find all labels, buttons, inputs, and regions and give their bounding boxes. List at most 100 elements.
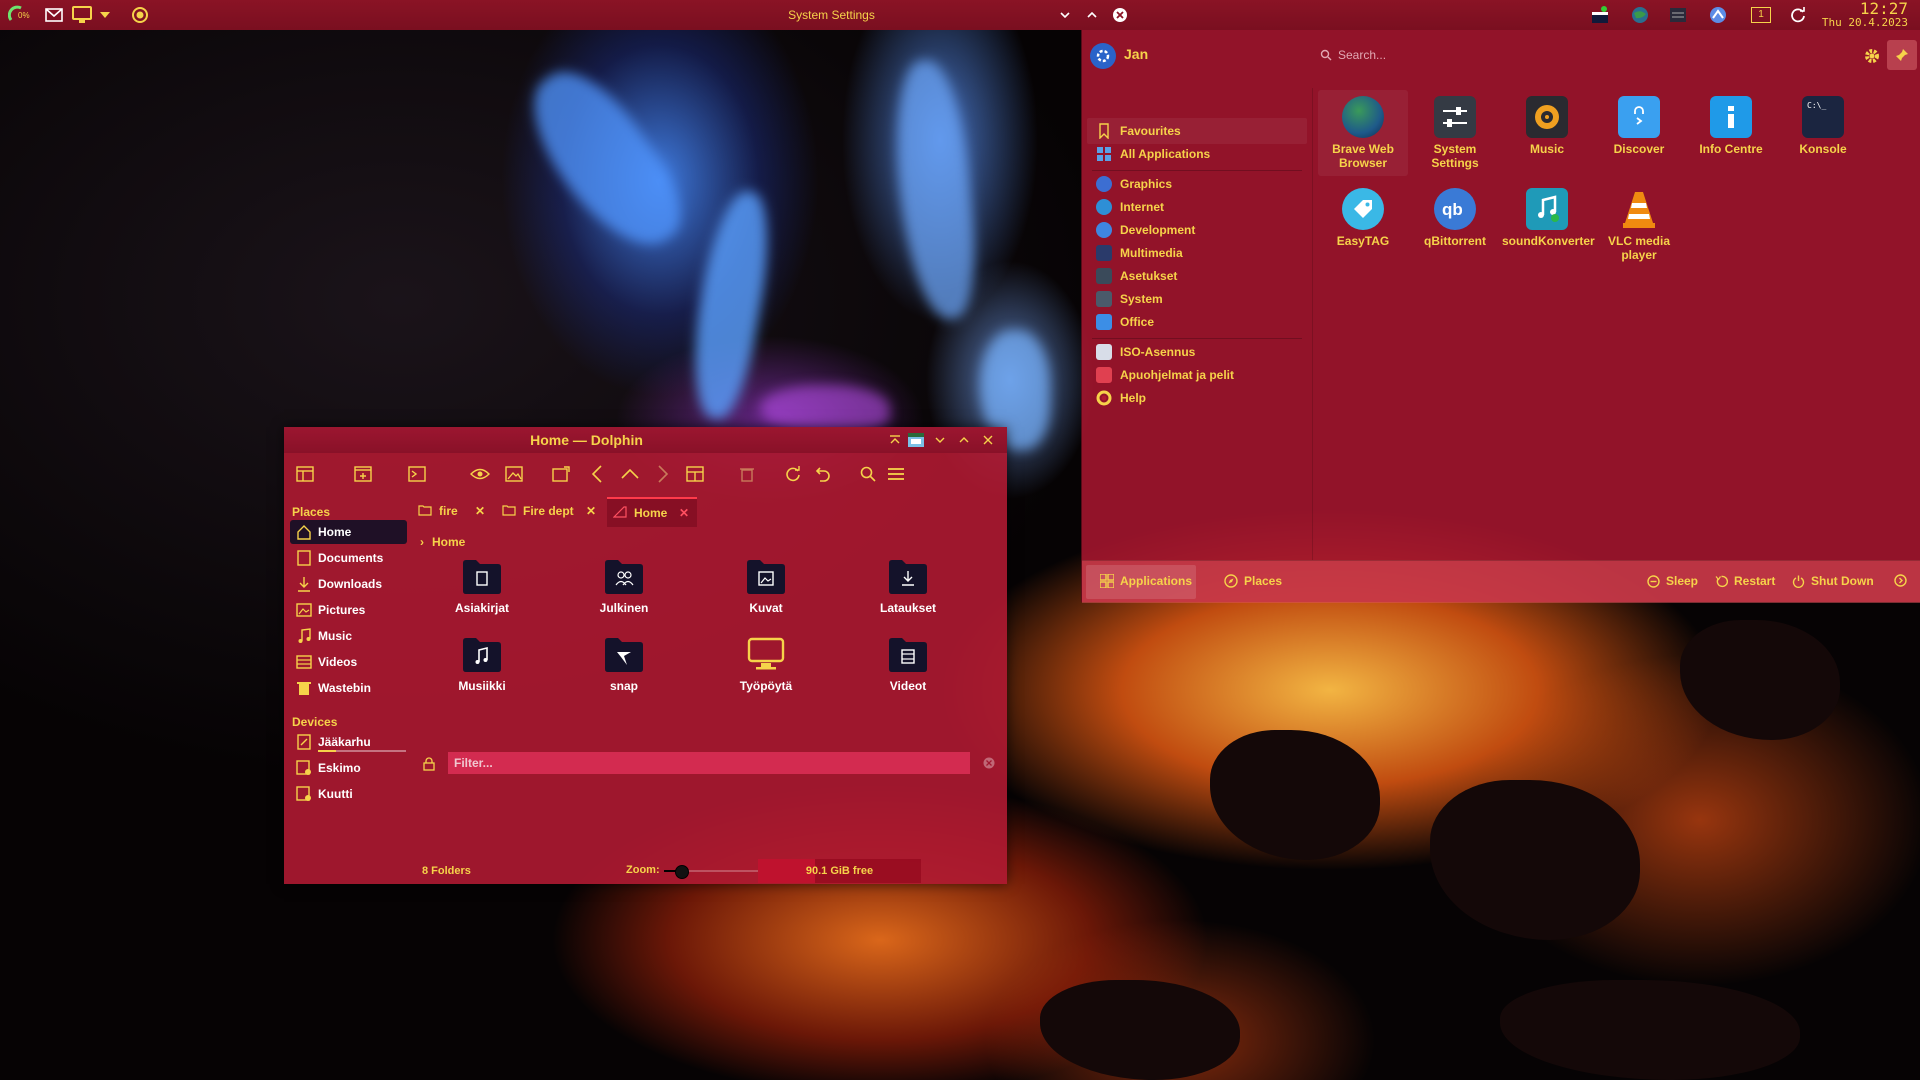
device-jaakarhu[interactable]: Jääkarhu: [290, 730, 407, 754]
close-icon[interactable]: ✕: [475, 504, 485, 518]
reload-icon[interactable]: [780, 461, 806, 487]
place-wastebin[interactable]: Wastebin: [290, 676, 407, 700]
restart-button[interactable]: Restart: [1715, 574, 1775, 588]
tab-applications-label: Applications: [1120, 574, 1193, 588]
folder-lataukset[interactable]: Lataukset: [858, 557, 958, 629]
search-input[interactable]: Search...: [1316, 44, 1736, 68]
pictures-icon: [296, 602, 312, 618]
app-brave-web-browser[interactable]: Brave Web Browser: [1318, 90, 1408, 176]
clear-icon[interactable]: [983, 757, 995, 769]
trash-icon[interactable]: [734, 461, 760, 487]
tab-applications[interactable]: Applications: [1100, 574, 1192, 588]
app-info-centre[interactable]: Info Centre: [1686, 90, 1776, 176]
category-help[interactable]: Help: [1087, 385, 1307, 411]
tab-fire[interactable]: fire ✕: [412, 497, 492, 525]
minimize-icon[interactable]: [931, 431, 949, 449]
zoom-slider[interactable]: [664, 865, 760, 879]
folder-kuvat[interactable]: Kuvat: [716, 557, 816, 629]
device-kuutti[interactable]: Kuutti: [290, 782, 407, 806]
folder-tyopoyta[interactable]: Työpöytä: [716, 635, 816, 707]
app-qbittorrent[interactable]: qb qBittorrent: [1410, 182, 1500, 268]
place-documents[interactable]: Documents: [290, 546, 407, 570]
window-titlebar[interactable]: Home — Dolphin: [284, 427, 1007, 453]
folder-julkinen[interactable]: Julkinen: [574, 557, 674, 629]
folder-snap[interactable]: snap: [574, 635, 674, 707]
tab-fire-dept[interactable]: Fire dept ✕: [496, 497, 603, 525]
up-icon[interactable]: [617, 461, 643, 487]
terminal-icon[interactable]: [404, 461, 430, 487]
keep-above-icon[interactable]: [886, 431, 904, 449]
office-icon: [1096, 314, 1112, 330]
window-close-icon[interactable]: [1110, 3, 1130, 27]
place-videos[interactable]: Videos: [290, 650, 407, 674]
back-icon[interactable]: [584, 461, 610, 487]
split-view-icon[interactable]: [292, 461, 318, 487]
graphics-icon: [1096, 176, 1112, 192]
app-label: Brave Web Browser: [1332, 142, 1394, 170]
update-icon[interactable]: [1786, 3, 1810, 27]
undo-icon[interactable]: [809, 461, 835, 487]
tab-places[interactable]: Places: [1224, 574, 1282, 588]
filter-input[interactable]: [448, 752, 970, 774]
breadcrumb-item[interactable]: Home: [432, 535, 465, 549]
app-system-settings[interactable]: System Settings: [1410, 90, 1500, 176]
maximize-icon[interactable]: [955, 431, 973, 449]
globe-icon[interactable]: [1628, 3, 1652, 27]
device-eskimo[interactable]: Eskimo: [290, 756, 407, 780]
tab-home[interactable]: Home ✕: [607, 497, 697, 527]
place-home[interactable]: Home: [290, 520, 407, 544]
window-minimize-icon[interactable]: [1057, 3, 1073, 27]
lock-icon[interactable]: [423, 757, 435, 771]
more-options-button[interactable]: [1894, 574, 1907, 587]
category-office[interactable]: Office: [1087, 309, 1307, 335]
hamburger-menu-icon[interactable]: [883, 461, 909, 487]
app-label: Music: [1529, 142, 1564, 156]
forward-icon[interactable]: [650, 461, 676, 487]
window-title: Home — Dolphin: [530, 432, 643, 448]
folder-videot[interactable]: Videot: [858, 635, 958, 707]
avatar[interactable]: [1090, 43, 1116, 69]
close-icon[interactable]: [979, 431, 997, 449]
app-soundkonverter[interactable]: soundKonverter: [1502, 182, 1595, 268]
folder-musiikki[interactable]: Musiikki: [432, 635, 532, 707]
app-music[interactable]: Music: [1502, 90, 1592, 176]
clock-time[interactable]: 12:27: [1860, 1, 1908, 17]
network-icon[interactable]: [1706, 3, 1730, 27]
pin-icon[interactable]: [1887, 40, 1917, 70]
place-music[interactable]: Music: [290, 624, 407, 648]
window-maximize-icon[interactable]: [1084, 3, 1100, 27]
category-all-applications[interactable]: All Applications: [1087, 141, 1307, 167]
active-window-title[interactable]: System Settings: [0, 0, 1663, 30]
app-discover[interactable]: Discover: [1594, 90, 1684, 176]
folder-asiakirjat[interactable]: Asiakirjat: [432, 557, 532, 629]
app-label: soundKonverter: [1502, 234, 1595, 248]
app-konsole[interactable]: C:\_ Konsole: [1778, 90, 1868, 176]
tray-app-icon-1[interactable]: [1588, 3, 1612, 27]
app-vlc[interactable]: VLC media player: [1594, 182, 1684, 268]
shopping-bag-icon: [1618, 96, 1660, 138]
trash-icon: [296, 680, 312, 696]
free-space-bar[interactable]: 90.1 GiB free: [758, 859, 921, 883]
search-icon[interactable]: [855, 461, 881, 487]
app-easytag[interactable]: EasyTAG: [1318, 182, 1408, 268]
view-mode-icon[interactable]: [682, 461, 708, 487]
breadcrumb[interactable]: › Home: [420, 535, 465, 549]
copy-location-icon[interactable]: [548, 461, 574, 487]
shutdown-button[interactable]: Shut Down: [1792, 574, 1874, 588]
place-downloads[interactable]: Downloads: [290, 572, 407, 596]
sleep-button[interactable]: Sleep: [1647, 574, 1698, 588]
preview-eye-icon[interactable]: [467, 461, 493, 487]
status-count: 8 Folders: [422, 865, 471, 877]
new-window-icon[interactable]: [350, 461, 376, 487]
place-pictures[interactable]: Pictures: [290, 598, 407, 622]
workspace-pager[interactable]: 1: [1748, 3, 1774, 27]
close-icon[interactable]: ✕: [586, 504, 596, 518]
app-menu-icon[interactable]: [907, 431, 925, 449]
zoom-slider-handle[interactable]: [675, 865, 690, 879]
drive-icon[interactable]: [1666, 3, 1690, 27]
image-icon[interactable]: [501, 461, 527, 487]
close-icon[interactable]: ✕: [679, 506, 689, 520]
folder-label: snap: [609, 679, 638, 693]
gear-icon[interactable]: [1860, 44, 1884, 68]
folder-label: Lataukset: [879, 601, 937, 615]
